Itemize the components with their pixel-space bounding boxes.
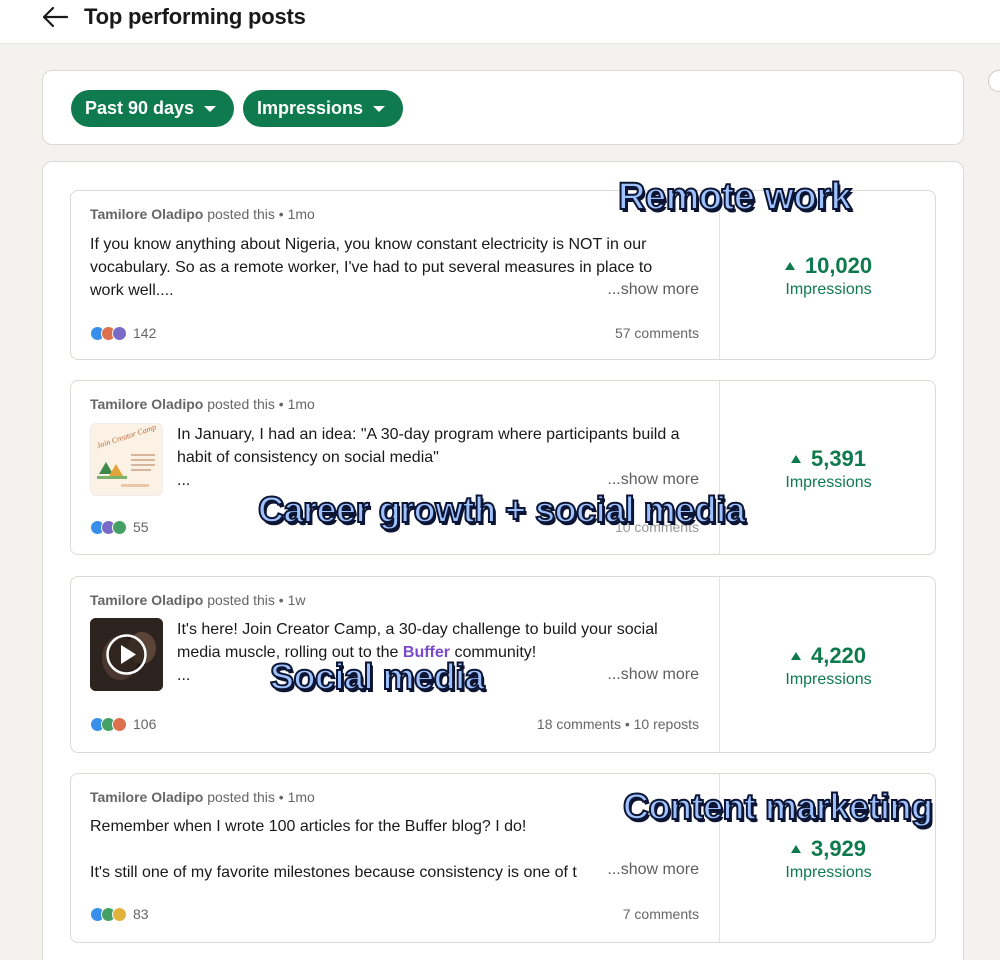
celebrate-reaction-icon [112,519,127,535]
post-author[interactable]: Tamilore Oladipo [90,592,203,608]
post-author[interactable]: Tamilore Oladipo [90,396,203,412]
post-video-thumbnail[interactable] [90,618,163,691]
impressions-label: Impressions [785,864,872,881]
trend-up-icon [790,652,801,660]
post-meta: Tamilore Oladipo posted this • 1mo [90,396,315,412]
reactions-summary[interactable]: 142 [90,325,156,341]
reaction-count: 106 [133,716,157,732]
reaction-count: 142 [133,325,157,341]
impressions-stat: 3,929 Impressions [720,836,937,882]
impressions-label: Impressions [785,671,872,688]
arrow-left-icon[interactable] [40,4,70,30]
post-meta: Tamilore Oladipo posted this • 1mo [90,206,315,222]
show-more-link[interactable]: ...show more [607,471,699,489]
annotation-remote-work: Remote work [617,175,853,219]
post-card[interactable]: Tamilore Oladipo posted this • 1w It's h… [70,576,936,753]
trend-up-icon [790,455,801,463]
impressions-value: 4,220 [810,643,867,668]
post-text-spacer [90,838,602,861]
annotation-social-media: Social media [269,655,486,698]
post-thumbnail[interactable]: Join Creator Camp [90,423,163,496]
reaction-count: 83 [133,906,149,922]
post-text-line: If you know anything about Nigeria, you … [90,236,647,253]
metric-filter-label: Impressions [257,98,364,118]
post-time: posted this • 1w [203,592,306,608]
impressions-label: Impressions [785,281,872,298]
support-reaction-icon [112,325,127,341]
post-meta: Tamilore Oladipo posted this • 1w [90,592,306,608]
reactions-summary[interactable]: 106 [90,716,156,732]
filter-card: Past 90 days Impressions [42,70,964,145]
post-text-line: vocabulary. So as a remote worker, I've … [90,259,653,276]
post-text: Remember when I wrote 100 articles for t… [90,815,602,884]
period-filter-label: Past 90 days [85,98,195,118]
comments-count[interactable]: 57 comments [615,325,699,341]
annotation-career-growth: Career growth + social media [257,488,747,531]
reactions-summary[interactable]: 55 [90,519,149,535]
show-more-link[interactable]: ...show more [607,861,699,879]
period-filter-dropdown[interactable]: Past 90 days [71,90,235,127]
impressions-value: 3,929 [810,836,867,861]
caret-down-icon [373,105,386,112]
post-text-line: Remember when I wrote 100 articles for t… [90,818,527,835]
comments-count[interactable]: 7 comments [623,906,699,922]
metric-filter-dropdown[interactable]: Impressions [243,90,404,127]
show-more-link[interactable]: ...show more [607,281,699,299]
post-time: posted this • 1mo [203,396,315,412]
post-text-line: habit of consistency on social media" [177,449,439,466]
love-reaction-icon [112,716,127,732]
impressions-stat: 10,020 Impressions [720,253,937,299]
post-text-line: It's here! Join Creator Camp, a 30-day c… [177,621,658,638]
post-text: If you know anything about Nigeria, you … [90,233,652,302]
post-meta: Tamilore Oladipo posted this • 1mo [90,789,315,805]
post-text-line: In January, I had an idea: "A 30-day pro… [177,426,680,443]
trend-up-icon [784,262,795,270]
top-bar: Top performing posts [0,0,1000,44]
annotation-content-marketing: Content marketing [622,785,934,828]
impressions-value: 5,391 [810,446,867,471]
impressions-label: Impressions [785,474,872,491]
creator-camp-image: Join Creator Camp [91,424,162,495]
reactions-summary[interactable]: 83 [90,906,149,922]
scroll-indicator [988,70,1000,92]
video-preview [90,618,163,691]
post-text-line: It's still one of my favorite milestones… [90,864,577,881]
post-author[interactable]: Tamilore Oladipo [90,206,203,222]
trend-up-icon [790,845,801,853]
comments-reposts-count[interactable]: 18 comments • 10 reposts [537,716,699,732]
post-time: posted this • 1mo [203,789,315,805]
post-author[interactable]: Tamilore Oladipo [90,789,203,805]
caret-down-icon [204,105,217,112]
reaction-count: 55 [133,519,149,535]
page-title: Top performing posts [84,4,306,29]
impressions-value: 10,020 [804,253,873,278]
insightful-reaction-icon [112,906,127,922]
post-text: In January, I had an idea: "A 30-day pro… [177,423,680,492]
impressions-stat: 4,220 Impressions [720,643,937,689]
post-time: posted this • 1mo [203,206,315,222]
post-text-line: work well.... [90,282,174,299]
impressions-stat: 5,391 Impressions [720,446,937,492]
show-more-link[interactable]: ...show more [607,666,699,684]
